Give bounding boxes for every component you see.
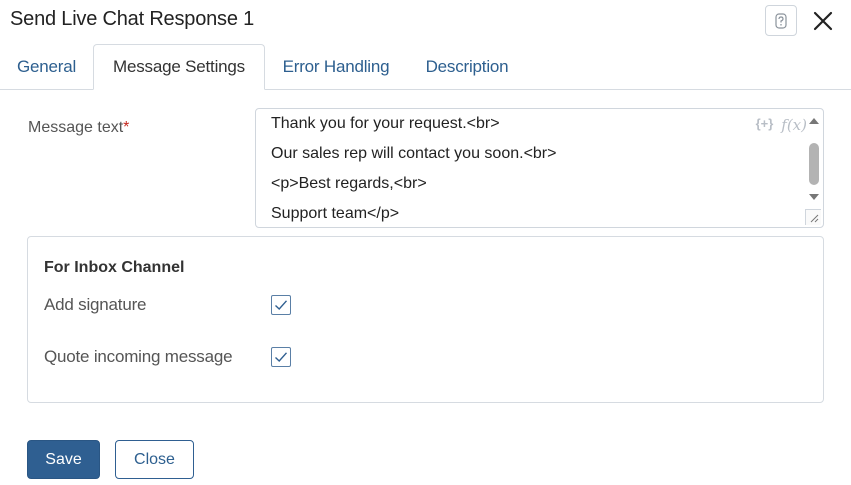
scrollbar-thumb[interactable] (809, 143, 819, 185)
help-button[interactable] (765, 5, 797, 36)
tab-message-settings[interactable]: Message Settings (93, 44, 265, 90)
inbox-channel-section: For Inbox Channel Add signature Quote in… (27, 236, 824, 403)
message-text-label-text: Message text (28, 119, 124, 136)
save-button[interactable]: Save (27, 440, 100, 479)
tab-bar: General Message Settings Error Handling … (0, 44, 851, 90)
checkmark-icon (275, 300, 288, 311)
function-icon[interactable]: f(x) (781, 116, 807, 134)
dialog-title: Send Live Chat Response 1 (10, 8, 255, 30)
message-line-4: Support team</p> (271, 205, 400, 222)
editor-toolbar: {+} f(x) (756, 116, 807, 134)
message-line-3: <p>Best regards,<br> (271, 175, 427, 192)
question-icon (775, 12, 787, 29)
close-dialog-button[interactable] (810, 8, 836, 34)
resize-handle[interactable] (805, 209, 821, 225)
required-mark: * (123, 119, 130, 136)
add-signature-checkbox[interactable] (271, 295, 291, 315)
scroll-down-arrow-icon[interactable] (809, 194, 819, 200)
close-icon (813, 11, 833, 31)
quote-incoming-checkbox[interactable] (271, 347, 291, 367)
message-text-label: Message text* (28, 119, 129, 137)
insert-variable-icon[interactable]: {+} (756, 116, 774, 134)
inbox-channel-title: For Inbox Channel (44, 259, 185, 276)
add-signature-label: Add signature (44, 295, 147, 314)
close-button[interactable]: Close (115, 440, 194, 479)
resize-grip-icon (810, 214, 819, 223)
scroll-up-arrow-icon[interactable] (809, 118, 819, 124)
tab-error-handling[interactable]: Error Handling (265, 44, 407, 90)
message-line-2: Our sales rep will contact you soon.<br> (271, 145, 557, 162)
message-text-input[interactable]: Thank you for your request.<br> Our sale… (255, 108, 824, 228)
quote-incoming-label: Quote incoming message (44, 347, 233, 366)
checkmark-icon (275, 352, 288, 363)
tab-description[interactable]: Description (407, 44, 527, 90)
message-line-1: Thank you for your request.<br> (271, 115, 500, 132)
tab-general[interactable]: General (0, 44, 93, 90)
